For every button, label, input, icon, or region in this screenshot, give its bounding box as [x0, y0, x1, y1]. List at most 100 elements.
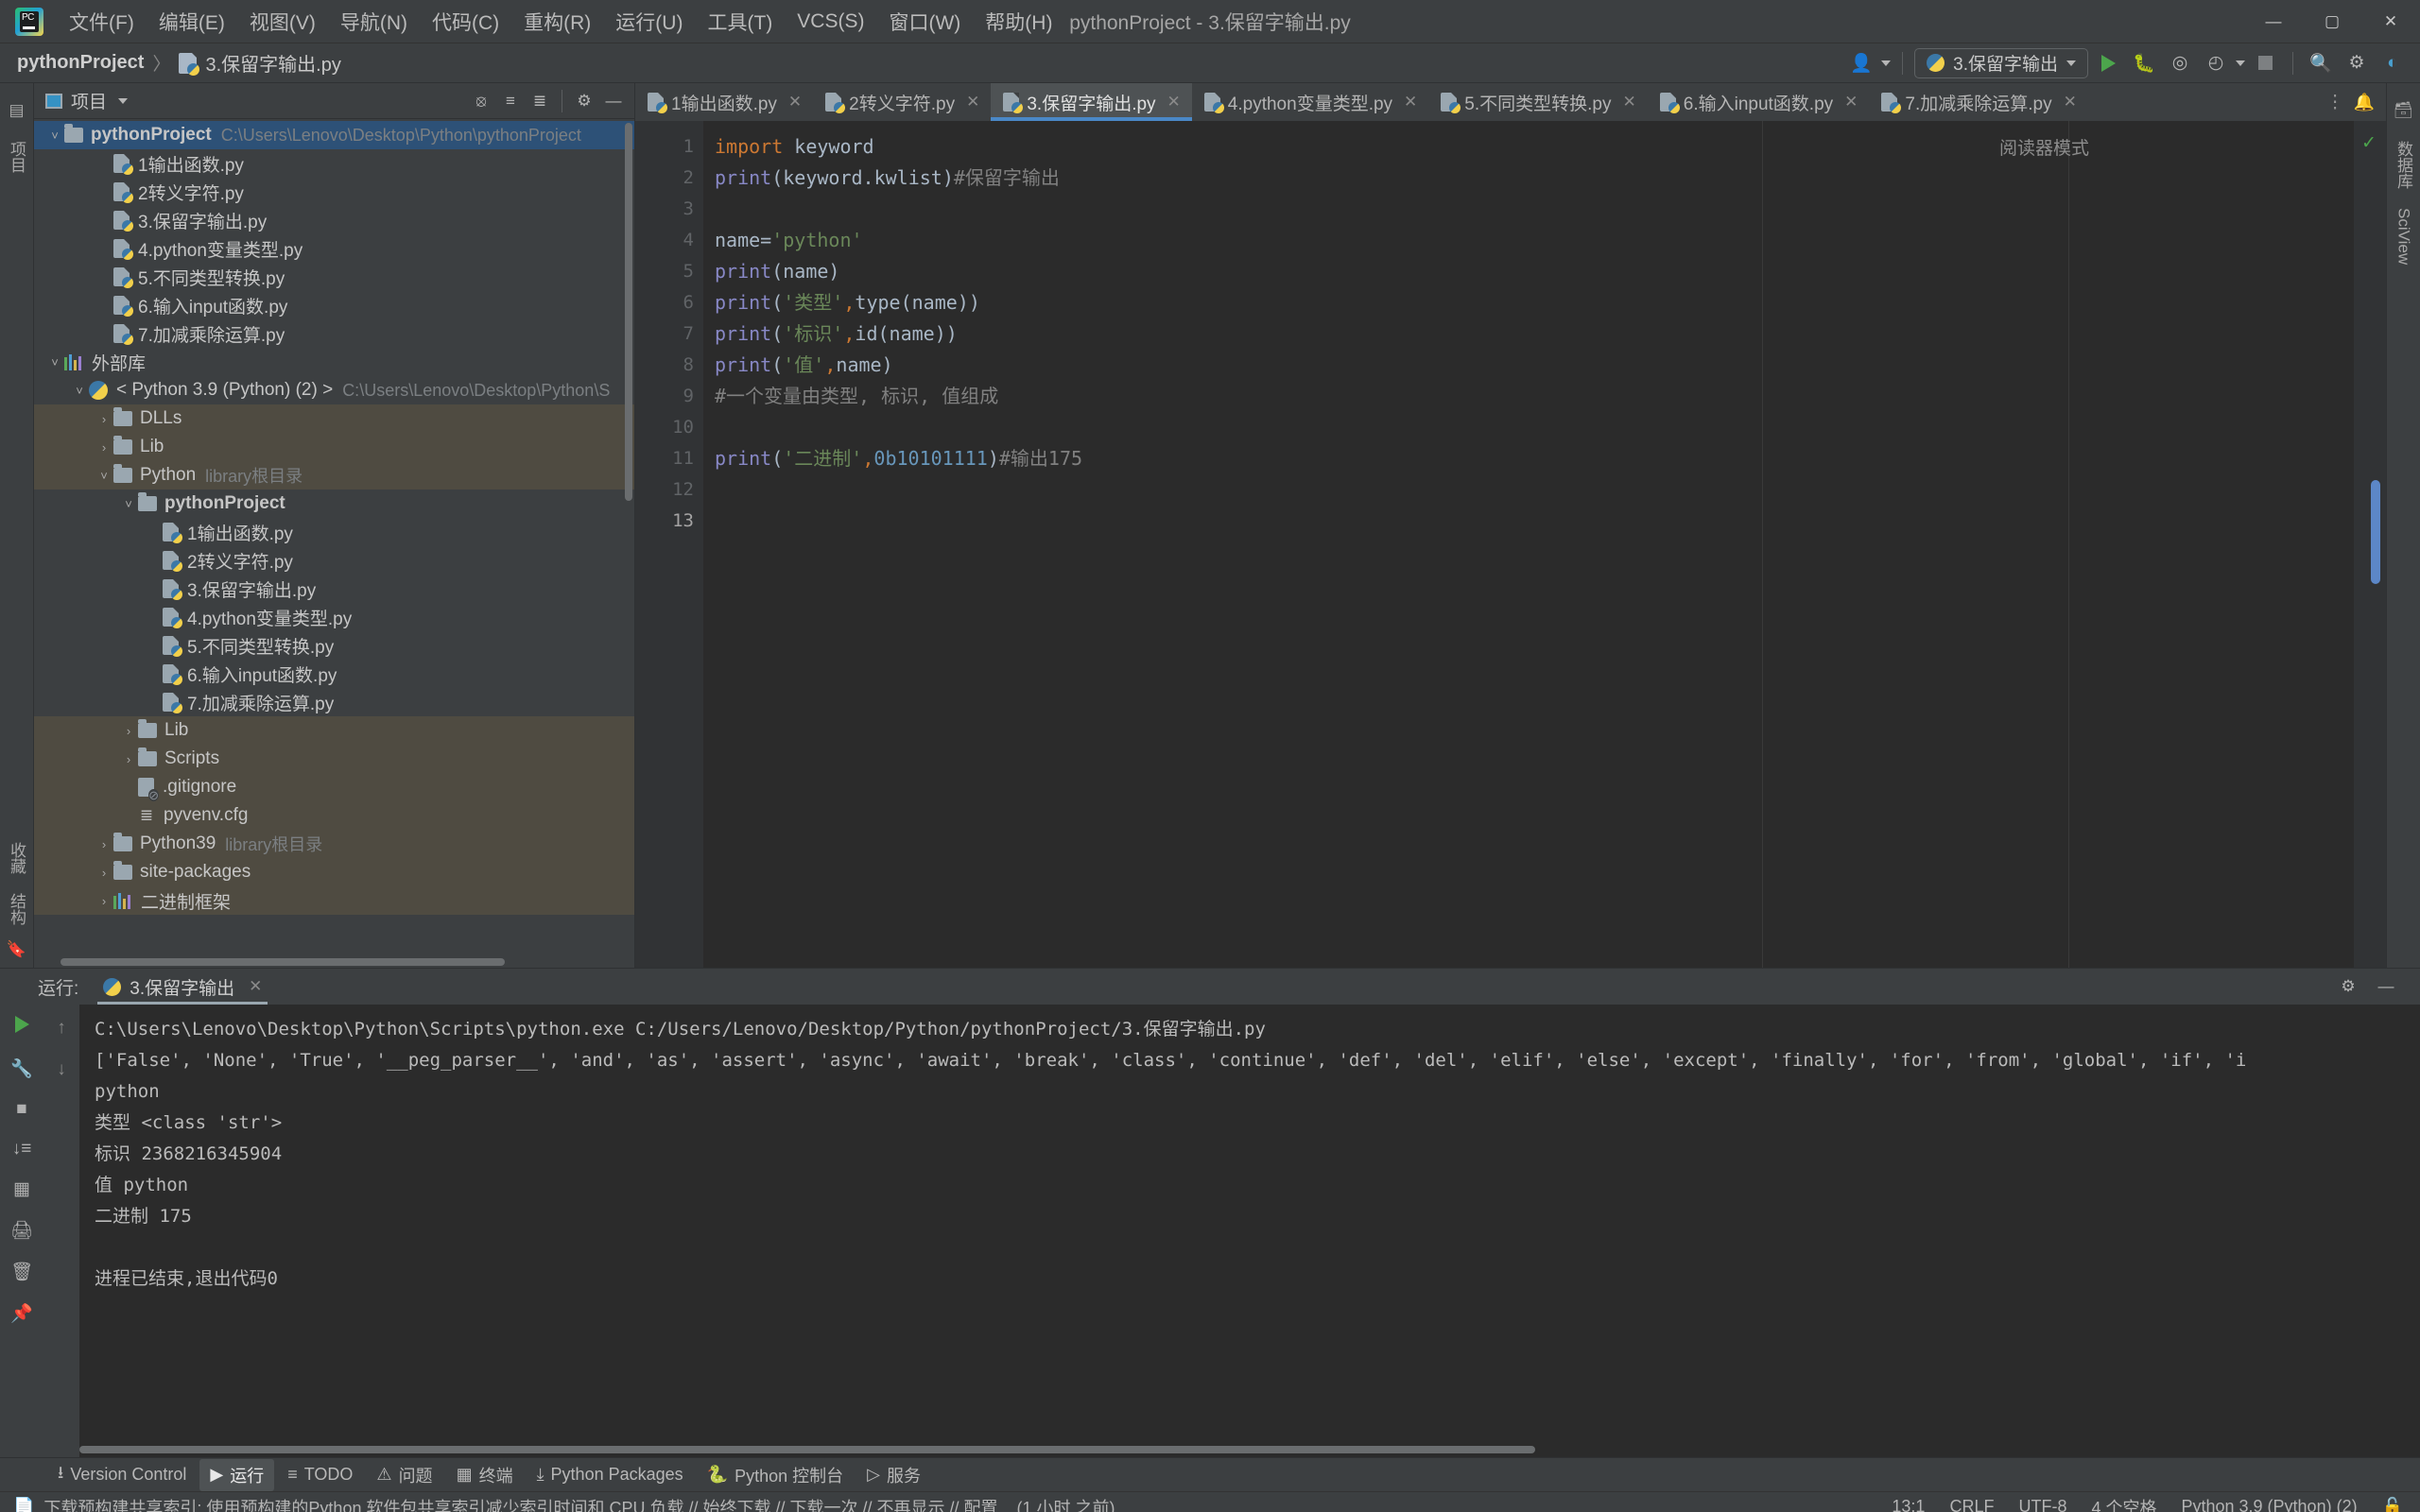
editor-tab[interactable]: 1输出函数.py ✕ [635, 83, 813, 121]
chevron-right-icon[interactable]: › [95, 894, 113, 908]
profile-icon[interactable]: ◴ [2200, 49, 2232, 77]
tree-node[interactable]: 6.输入input函数.py [34, 660, 634, 688]
run-tab[interactable]: 3.保留字输出 ✕ [97, 969, 268, 1005]
tree-node[interactable]: 5.不同类型转换.py [34, 631, 634, 660]
editor-tab[interactable]: 3.保留字输出.py ✕ [991, 83, 1193, 121]
caret-position[interactable]: 13:1 [1892, 1497, 1925, 1512]
tree-node[interactable]: › DLLs [34, 404, 634, 433]
database-rail-icon[interactable]: 🗃 [2394, 101, 2414, 120]
status-message[interactable]: 下载预构建共享索引: 使用预构建的Python 软件包共享索引减少索引时间和 C… [43, 1495, 1115, 1512]
rail-label-structure[interactable]: 结构 [5, 886, 28, 932]
editor-tab[interactable]: 2转义字符.py ✕ [813, 83, 991, 121]
file-encoding[interactable]: UTF-8 [2018, 1497, 2066, 1512]
menu-item-0[interactable]: 文件(F) [57, 4, 147, 40]
tree-node[interactable]: 3.保留字输出.py [34, 206, 634, 234]
stop-icon[interactable]: ■ [16, 1099, 26, 1120]
scroll-up-icon[interactable]: ↑ [57, 1018, 66, 1039]
close-icon[interactable]: ✕ [1844, 93, 1858, 112]
tree-node[interactable]: 6.输入input函数.py [34, 291, 634, 319]
close-icon[interactable]: ✕ [788, 93, 802, 112]
tree-node[interactable]: 2转义字符.py [34, 178, 634, 206]
breadcrumb-file[interactable]: 3.保留字输出.py [205, 49, 340, 77]
debug-icon[interactable]: 🐛 [2128, 49, 2160, 77]
menu-item-1[interactable]: 编辑(E) [147, 4, 237, 40]
expand-all-icon[interactable]: ≡ [497, 89, 524, 113]
tree-node[interactable]: 7.加减乘除运算.py [34, 688, 634, 716]
tree-node[interactable]: 7.加减乘除运算.py [34, 319, 634, 348]
tree-node[interactable]: ≣ pyvenv.cfg [34, 801, 634, 830]
tool-window-button[interactable]: 🐍 Python 控制台 [697, 1459, 854, 1491]
project-tree[interactable]: ˅ pythonProject C:\Users\Lenovo\Desktop\Py… [34, 119, 634, 968]
chevron-right-icon[interactable]: › [95, 412, 113, 426]
tree-node[interactable]: › Lib [34, 433, 634, 461]
chevron-down-icon[interactable] [118, 97, 129, 104]
menu-item-2[interactable]: 视图(V) [237, 4, 328, 40]
line-separator[interactable]: CRLF [1949, 1497, 1994, 1512]
scroll-down-icon[interactable]: ↓ [57, 1059, 66, 1080]
menu-item-7[interactable]: 工具(T) [695, 4, 785, 40]
wrench-icon[interactable]: 🔧 [10, 1057, 33, 1080]
close-icon[interactable]: ✕ [1404, 93, 1417, 112]
rerun-icon[interactable] [14, 1016, 29, 1039]
settings-icon[interactable]: ⚙ [2341, 49, 2373, 77]
tool-window-button[interactable]: ⭳ Version Control [47, 1457, 197, 1493]
close-icon[interactable]: ✕ [1167, 93, 1181, 112]
reader-mode-label[interactable]: 阅读器模式 [1999, 134, 2089, 160]
breadcrumb-project[interactable]: pythonProject [17, 52, 144, 74]
run-icon[interactable] [2092, 49, 2124, 77]
console-horizontal-scrollbar[interactable] [79, 1446, 1535, 1453]
rail-label-database[interactable]: 数据库 [2392, 134, 2415, 196]
interpreter-selector[interactable]: Python 3.9 (Python) (2) [2181, 1497, 2357, 1512]
tool-window-button[interactable]: ▷ 服务 [856, 1459, 931, 1491]
chevron-down-icon[interactable]: ˅ [45, 129, 64, 143]
editor-tab[interactable]: 7.加减乘除运算.py ✕ [1869, 83, 2087, 121]
rail-label-sciview[interactable]: SciView [2394, 201, 2413, 271]
editor-tab[interactable]: 6.输入input函数.py ✕ [1648, 83, 1870, 121]
search-icon[interactable]: 🔍 [2305, 49, 2337, 77]
maximize-button[interactable]: ▢ [2303, 0, 2361, 43]
close-icon[interactable]: ✕ [2064, 93, 2077, 112]
console-output[interactable]: C:\Users\Lenovo\Desktop\Python\Scripts\p… [79, 1005, 2420, 1457]
menu-item-4[interactable]: 代码(C) [420, 4, 511, 40]
project-rail-icon[interactable]: ▤ [9, 101, 24, 120]
chevron-right-icon[interactable]: › [95, 866, 113, 880]
close-icon[interactable]: ✕ [249, 977, 262, 996]
settings-icon[interactable]: ⚙ [571, 89, 597, 113]
notifications-icon[interactable]: 🔔 [2354, 93, 2375, 112]
menu-item-8[interactable]: VCS(S) [785, 7, 876, 37]
rail-label-favorites[interactable]: 收藏 [5, 835, 28, 881]
tree-node[interactable]: 4.python变量类型.py [34, 234, 634, 263]
tree-node[interactable]: ˅ Python library根目录 [34, 461, 634, 490]
select-opened-file-icon[interactable]: ⦻ [468, 89, 494, 113]
close-button[interactable]: ✕ [2361, 0, 2420, 43]
chevron-down-icon[interactable]: ˅ [45, 355, 64, 369]
editor-scrollbar[interactable] [2371, 480, 2380, 584]
tree-node[interactable]: 5.不同类型转换.py [34, 263, 634, 291]
run-configuration-selector[interactable]: 3.保留字输出 [1914, 47, 2088, 78]
hide-icon[interactable]: — [2373, 974, 2399, 999]
chevron-down-icon[interactable]: ˅ [119, 497, 138, 511]
indent-setting[interactable]: 4 个空格 [2091, 1495, 2156, 1512]
hide-icon[interactable]: — [600, 89, 627, 113]
menu-item-3[interactable]: 导航(N) [328, 4, 420, 40]
chevron-right-icon[interactable]: › [119, 752, 138, 766]
layout-icon[interactable]: ▦ [13, 1178, 30, 1200]
editor-right-strip[interactable]: ✓ [2354, 121, 2386, 968]
more-tabs-icon[interactable]: ⋮ [2326, 92, 2344, 113]
notification-icon[interactable]: 📄 [13, 1497, 34, 1512]
menu-item-6[interactable]: 运行(U) [603, 4, 695, 40]
collapse-all-icon[interactable]: ≣ [527, 89, 553, 113]
code-editor[interactable]: 1 2 3 4 5 6 7 8 9 10 11 12 13 阅读器模式 import keyword pr… [635, 121, 2386, 968]
tree-node[interactable]: › 二进制框架 [34, 886, 634, 915]
editor-tab[interactable]: 4.python变量类型.py ✕ [1192, 83, 1429, 121]
close-icon[interactable]: ✕ [1623, 93, 1636, 112]
tree-node[interactable]: 2转义字符.py [34, 546, 634, 575]
project-vertical-scrollbar[interactable] [625, 123, 632, 501]
lock-icon[interactable]: 🔓 [2382, 1497, 2403, 1512]
chevron-right-icon[interactable]: › [95, 440, 113, 455]
tree-node[interactable]: 1输出函数.py [34, 149, 634, 178]
tree-node[interactable]: ˅ 外部库 [34, 348, 634, 376]
tree-node[interactable]: 3.保留字输出.py [34, 575, 634, 603]
ide-icon[interactable]: ◐ [2377, 49, 2409, 77]
code-content[interactable]: 阅读器模式 import keyword print(keyword.kwlist… [703, 121, 2354, 968]
